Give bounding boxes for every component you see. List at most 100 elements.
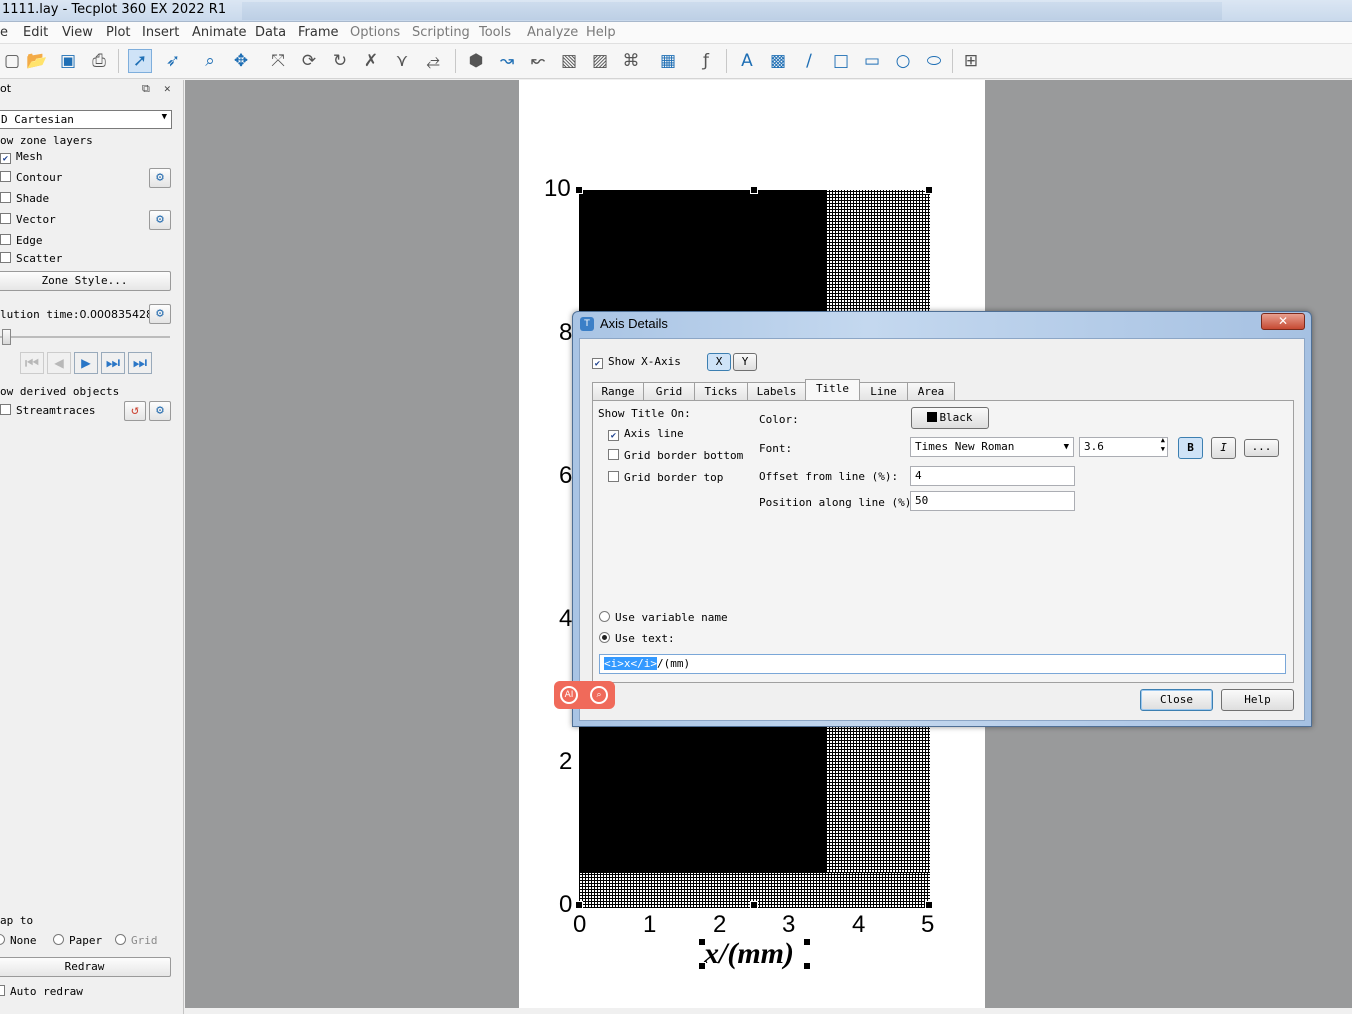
rotate-rollerball-icon[interactable]: ⟳	[297, 49, 321, 73]
menu-insert[interactable]: Insert	[142, 25, 179, 40]
time-settings-icon[interactable]: ⚙	[149, 304, 171, 324]
square-tool-icon[interactable]: □	[829, 49, 853, 73]
checkbox-icon[interactable]: ✔	[592, 358, 603, 369]
function-icon[interactable]: ƒ	[694, 49, 718, 73]
rectangle-tool-icon[interactable]: ▭	[860, 49, 884, 73]
dialog-close-icon[interactable]: ✕	[1261, 313, 1305, 330]
spin-icon[interactable]: ▲ ▼	[1161, 436, 1165, 454]
auto-redraw-toggle[interactable]: Auto redraw	[0, 984, 83, 1000]
x-axis-title[interactable]: x/(mm)	[704, 937, 794, 971]
use-variable-name-radio[interactable]: Use variable name	[599, 611, 728, 624]
rake-icon[interactable]: ↜	[526, 49, 550, 73]
title-handle[interactable]	[803, 962, 811, 970]
streamtraces-toggle[interactable]: Streamtraces	[0, 403, 95, 419]
polyline-tool-icon[interactable]: ∕	[797, 49, 821, 73]
zone-style-button[interactable]: Zone Style...	[0, 271, 171, 291]
first-step-icon[interactable]: ⏮	[20, 352, 44, 374]
use-text-radio[interactable]: Use text:	[599, 632, 675, 645]
menu-tools[interactable]: Tools	[479, 25, 511, 40]
vector-settings-icon[interactable]: ⚙	[149, 210, 171, 230]
title-handle[interactable]	[698, 962, 706, 970]
redraw-button[interactable]: Redraw	[0, 957, 171, 977]
tab-title[interactable]: Title	[805, 379, 860, 401]
next-step-icon[interactable]: ⏭	[101, 352, 125, 374]
zoom-icon[interactable]: ⌕	[198, 49, 222, 73]
checkbox-icon[interactable]	[0, 171, 11, 182]
radio-icon[interactable]	[115, 934, 126, 945]
menu-help[interactable]: Help	[586, 25, 616, 40]
streamtrace-tool-icon[interactable]: ↺	[124, 401, 146, 421]
menu-plot[interactable]: Plot	[106, 25, 131, 40]
slice-icon[interactable]: ▧	[557, 49, 581, 73]
text-tool-icon[interactable]: A	[735, 49, 759, 73]
show-on-grid-border-bottom[interactable]: Grid border bottom	[608, 449, 743, 462]
streamtrace-settings-icon[interactable]: ⚙	[149, 401, 171, 421]
menu-animate[interactable]: Animate	[192, 25, 246, 40]
selection-handle[interactable]	[925, 186, 933, 194]
radio-icon[interactable]	[0, 934, 5, 945]
tab-ticks[interactable]: Ticks	[694, 382, 748, 400]
checkbox-icon[interactable]	[0, 192, 11, 203]
selection-handle[interactable]	[925, 901, 933, 909]
menu-view[interactable]: View	[62, 25, 93, 40]
checkbox-icon[interactable]: ✔	[608, 430, 619, 441]
help-button[interactable]: Help	[1221, 689, 1294, 711]
checkbox-icon[interactable]	[0, 985, 5, 996]
checkbox-icon[interactable]	[608, 471, 619, 482]
axis-y-button[interactable]: Y	[733, 353, 757, 371]
color-button[interactable]: Black	[911, 407, 989, 429]
menu-analyze[interactable]: Analyze	[527, 25, 578, 40]
rotate-x-icon[interactable]: ✗	[359, 49, 383, 73]
more-font-button[interactable]: ...	[1244, 439, 1279, 457]
tab-line[interactable]: Line	[859, 382, 908, 400]
selection-handle[interactable]	[575, 901, 583, 909]
translate-icon[interactable]: ✥	[229, 49, 253, 73]
rotate-y-icon[interactable]: ⋎	[390, 49, 414, 73]
selection-handle[interactable]	[750, 186, 758, 194]
plot-type-select[interactable]: D Cartesian ▼	[0, 110, 172, 129]
streamtrace-icon[interactable]: ↝	[495, 49, 519, 73]
checkbox-icon[interactable]: ✔	[0, 153, 11, 164]
title-handle[interactable]	[803, 938, 811, 946]
layer-mesh[interactable]: ✔ Mesh	[0, 149, 43, 165]
snap-grid[interactable]: Grid	[115, 933, 158, 949]
tab-labels[interactable]: Labels	[747, 382, 806, 400]
snap-none[interactable]: None	[0, 933, 37, 949]
menu-scripting[interactable]: Scripting	[412, 25, 470, 40]
layer-edge[interactable]: Edge	[0, 233, 43, 249]
radio-icon[interactable]	[599, 611, 610, 622]
title-handle[interactable]	[698, 938, 706, 946]
ai-assistant-icon[interactable]: AI	[560, 686, 578, 704]
close-button[interactable]: Close	[1140, 689, 1213, 711]
circle-tool-icon[interactable]: ○	[891, 49, 915, 73]
checkbox-icon[interactable]	[0, 234, 11, 245]
undock-icon[interactable]: ⧉	[142, 81, 150, 97]
adjustor-arrow-icon[interactable]: ➶	[161, 49, 185, 73]
tab-range[interactable]: Range	[592, 382, 644, 400]
selection-handle[interactable]	[575, 186, 583, 194]
print-icon[interactable]: ⎙	[87, 49, 111, 73]
rotate-z-icon[interactable]: ⥄	[421, 49, 445, 73]
radio-icon[interactable]	[599, 632, 610, 643]
rotate-twist-icon[interactable]: ↻	[328, 49, 352, 73]
bold-button[interactable]: B	[1178, 437, 1203, 459]
layer-contour[interactable]: Contour	[0, 170, 62, 186]
menu-options[interactable]: Options	[350, 25, 400, 40]
search-icon[interactable]: ⌕	[590, 686, 608, 704]
checkbox-icon[interactable]	[608, 449, 619, 460]
menu-data[interactable]: Data	[255, 25, 286, 40]
play-icon[interactable]: ▶	[74, 352, 98, 374]
show-axis-toggle[interactable]: ✔ Show X-Axis	[592, 355, 681, 369]
menu-edit[interactable]: Edit	[23, 25, 48, 40]
ellipse-tool-icon[interactable]: ⬭	[922, 49, 946, 73]
rotate-spherical-icon[interactable]: ⤧	[266, 49, 290, 73]
checkbox-icon[interactable]	[0, 404, 11, 415]
show-on-grid-border-top[interactable]: Grid border top	[608, 471, 723, 484]
font-select[interactable]: Times New Roman ▼	[910, 437, 1074, 457]
snap-paper[interactable]: Paper	[53, 933, 102, 949]
show-on-axis-line[interactable]: ✔ Axis line	[608, 427, 684, 441]
offset-field[interactable]: 4	[910, 466, 1075, 486]
mesh-extract-icon[interactable]: ▦	[656, 49, 680, 73]
image-tool-icon[interactable]: ▩	[766, 49, 790, 73]
close-icon[interactable]: ✕	[164, 81, 171, 97]
